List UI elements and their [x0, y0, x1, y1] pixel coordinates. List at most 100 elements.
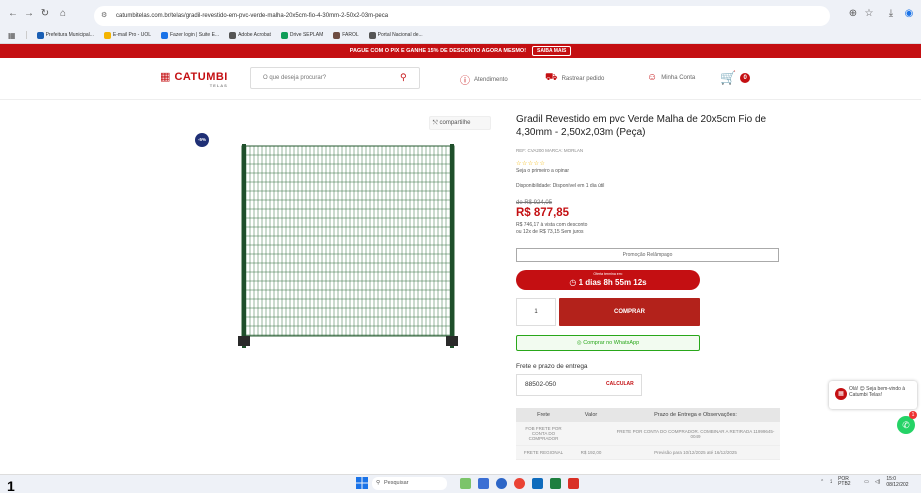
buy-button[interactable]: COMPRAR — [559, 298, 700, 326]
back-icon[interactable]: ← — [6, 6, 20, 22]
bookmarks-bar: ▦ Prefeitura Municipal... E-mail Pro - UO… — [0, 28, 921, 42]
bookmark-item[interactable]: Fazer login | Suite E... — [160, 31, 220, 39]
review-link[interactable]: Seja o primeiro a opinar — [516, 168, 569, 174]
edge-browser-icon[interactable] — [496, 478, 507, 489]
share-button[interactable]: ⤲ compartilhe — [429, 116, 491, 130]
cell-frete: FOB FRETE POR CONTA DO COMPRADOR — [516, 422, 571, 446]
offer-timer: Oferta termina em: ◷ 1 dias 8h 55m 12s — [516, 270, 700, 290]
promo-button[interactable]: SAIBA MAIS — [532, 46, 572, 56]
cell-prazo: Previsão para 10/12/2025 até 16/12/2025 — [611, 445, 780, 460]
user-icon: ☺ — [647, 72, 658, 83]
cell-valor: R$ 192,00 — [571, 445, 611, 460]
old-price: de R$ 924,05 — [516, 200, 553, 206]
atendimento-link[interactable]: ⓘ Atendimento — [460, 72, 508, 87]
windows-start-icon[interactable] — [356, 477, 368, 489]
network-icon[interactable]: ⟟ — [830, 479, 832, 485]
bookmark-favicon-icon — [160, 31, 168, 39]
timer-label: Oferta termina em: — [593, 272, 623, 276]
truck-icon: ⛟ — [545, 72, 558, 83]
files-app-icon[interactable] — [478, 478, 489, 489]
clock[interactable]: 15:0 08/12/202 — [886, 476, 908, 488]
reload-icon[interactable]: ↻ — [38, 6, 52, 22]
rastrear-label: Rastrear pedido — [561, 75, 605, 82]
discount-badge: -5% — [195, 133, 209, 147]
cart-button[interactable]: 🛒 0 — [720, 70, 751, 86]
cell-prazo: FRETE POR CONTA DO COMPRADOR. COMBINAR A… — [611, 422, 780, 446]
bookmark-favicon-icon — [333, 31, 341, 39]
frete-heading: Frete e prazo de entrega — [516, 363, 588, 370]
apps-icon[interactable]: ▦ — [8, 31, 16, 40]
excel-app-icon[interactable] — [550, 478, 561, 489]
atendimento-label: Atendimento — [474, 76, 508, 83]
bookmark-favicon-icon — [280, 31, 288, 39]
conta-link[interactable]: ☺ Minha Conta — [647, 72, 695, 83]
zoom-icon[interactable]: ⊕ — [846, 6, 860, 22]
help-icon: ⓘ — [460, 76, 470, 87]
chrome-browser-icon[interactable] — [514, 478, 525, 489]
profile-icon[interactable]: ◉ — [902, 6, 916, 22]
bookmark-label: Drive SEPLAM — [289, 32, 324, 38]
timer-value: 1 dias 8h 55m 12s — [578, 278, 647, 287]
cell-frete: FRETE REGIONAL — [516, 445, 571, 460]
promo-banner: PAGUE COM O PIX E GANHE 15% DE DESCONTO … — [0, 44, 921, 58]
language-indicator[interactable]: POR PTB2 — [838, 477, 858, 487]
rating-stars[interactable]: ☆☆☆☆☆ — [516, 160, 545, 167]
taskbar-search-label: Pesquisar — [384, 480, 409, 486]
bookmark-label: Fazer login | Suite E... — [169, 32, 220, 38]
clock-date: 08/12/202 — [886, 482, 909, 488]
volume-icon[interactable]: ◁) — [875, 479, 881, 485]
frete-table: Frete Valor Prazo de Entrega e Observaçõ… — [516, 408, 780, 460]
availability: Disponibilidade: Disponível em 1 dia úti… — [516, 183, 605, 189]
quantity-input[interactable]: 1 — [516, 298, 556, 326]
col-valor: Valor — [571, 408, 611, 422]
calculate-button[interactable]: CALCULAR — [606, 381, 634, 387]
address-bar[interactable]: ⚙ catumbitelas.com.br/telas/gradil-reves… — [94, 6, 830, 26]
bookmark-label: FAROL — [342, 32, 359, 38]
col-prazo: Prazo de Entrega e Observações: — [611, 408, 780, 422]
installments: ou 12x de R$ 73,15 Sem juros — [516, 229, 584, 235]
acrobat-app-icon[interactable] — [568, 478, 579, 489]
payment-info: R$ 746,17 à vista com desconto ou 12x de… — [516, 222, 636, 236]
clock-icon: ◷ — [569, 278, 579, 287]
bookmark-favicon-icon — [368, 31, 376, 39]
bookmark-item[interactable]: Adobe Acrobat — [229, 31, 271, 39]
bookmark-favicon-icon — [36, 31, 44, 39]
cart-icon: 🛒 — [720, 70, 737, 85]
rastrear-link[interactable]: ⛟ Rastrear pedido — [545, 72, 604, 85]
download-icon[interactable]: ⤓ — [884, 6, 898, 22]
logo-text: CATUMBI — [174, 71, 228, 83]
bookmark-item[interactable]: FAROL — [333, 31, 359, 39]
chevron-up-icon[interactable]: ⌃ — [820, 479, 824, 485]
bookmark-item[interactable]: E-mail Pro - UOL — [103, 31, 151, 39]
outlook-app-icon[interactable] — [532, 478, 543, 489]
bookmark-favicon-icon — [103, 31, 111, 39]
taskbar-search[interactable]: ⚲ Pesquisar — [372, 477, 447, 490]
landscape-app-icon[interactable] — [460, 478, 471, 489]
forward-icon[interactable]: → — [22, 6, 36, 22]
bookmark-item[interactable]: Drive SEPLAM — [280, 31, 324, 39]
product-ref: REF: CVA200 MARCA: MORLAN — [516, 148, 584, 153]
cash-price: R$ 746,17 à vista com desconto — [516, 222, 588, 228]
whatsapp-buy-button[interactable]: ◎ Comprar no WhatsApp — [516, 335, 700, 351]
product-image[interactable] — [236, 140, 460, 350]
bookmark-item[interactable]: Portal Nacional de... — [368, 31, 423, 39]
home-icon[interactable]: ⌂ — [56, 6, 70, 22]
taskbar-number: 1 — [7, 478, 15, 494]
bookmark-label: Prefeitura Municipal... — [45, 32, 94, 38]
bookmark-label: Portal Nacional de... — [377, 32, 423, 38]
product-title: Gradil Revestido em pvc Verde Malha de 2… — [516, 114, 767, 138]
table-row: FOB FRETE POR CONTA DO COMPRADOR FRETE P… — [516, 422, 780, 446]
site-logo[interactable]: ▦ CATUMBI TELAS — [160, 70, 228, 88]
bookmark-item[interactable]: Prefeitura Municipal... — [36, 31, 94, 39]
search-input[interactable]: O que deseja procurar? — [250, 67, 420, 89]
bookmark-label: Adobe Acrobat — [238, 32, 271, 38]
price: R$ 877,85 — [516, 207, 570, 219]
search-icon[interactable]: ⚲ — [400, 72, 410, 82]
conta-label: Minha Conta — [661, 74, 696, 81]
bookmark-star-icon[interactable]: ☆ — [862, 6, 876, 22]
logo-icon: ▦ — [160, 71, 175, 83]
site-info-icon[interactable]: ⚙ — [101, 6, 107, 26]
site-header: ▦ CATUMBI TELAS O que deseja procurar? ⚲… — [0, 58, 921, 100]
bookmark-label: E-mail Pro - UOL — [112, 32, 151, 38]
monitor-icon[interactable]: ▭ — [864, 479, 869, 485]
